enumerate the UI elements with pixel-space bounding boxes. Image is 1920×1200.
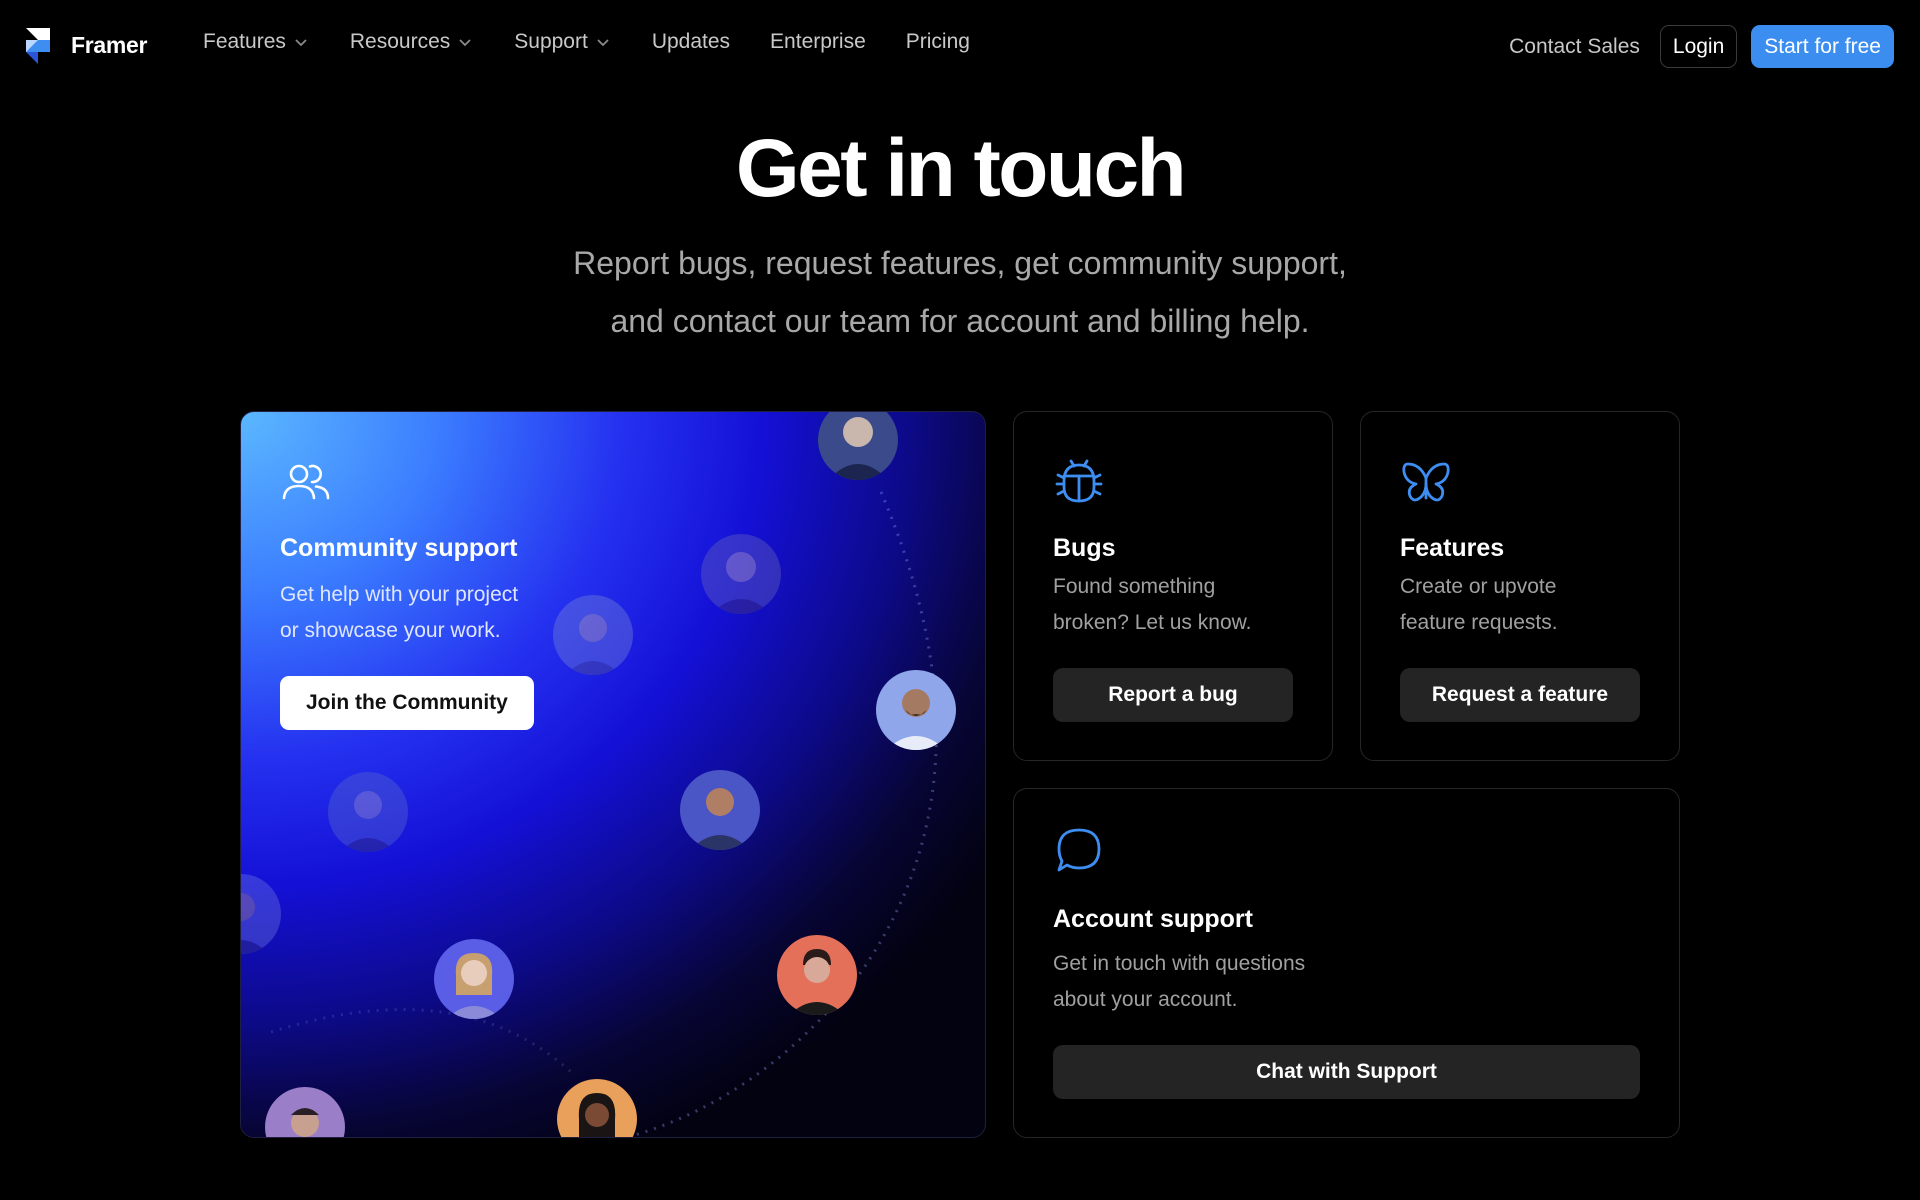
description-line: Get help with your project [280,583,519,606]
person-avatar-icon [777,935,857,1015]
report-bug-button[interactable]: Report a bug [1053,668,1293,722]
framer-logo-icon [26,28,50,64]
brand-logo[interactable]: Framer [26,28,147,64]
page-subtitle: Report bugs, request features, get commu… [460,234,1460,350]
person-avatar-icon [265,1087,345,1137]
nav-link-enterprise[interactable]: Enterprise [770,30,866,54]
chat-with-support-button[interactable]: Chat with Support [1053,1045,1640,1099]
chat-bubble-icon [1057,828,1101,872]
description-line: or showcase your work. [280,619,501,642]
community-avatar [777,935,857,1015]
nav-link-label: Updates [651,30,731,53]
login-button[interactable]: Login [1659,25,1738,68]
description-line: broken? Let us know. [1053,611,1252,634]
person-avatar-icon [553,595,633,675]
description-line: Found something [1053,575,1216,598]
nav-link-label: Support [514,30,588,53]
contact-sales-link[interactable]: Contact Sales [1509,35,1640,59]
page-title: Get in touch [735,123,1187,214]
join-community-button[interactable]: Join the Community [280,676,534,730]
community-avatar [701,534,781,614]
butterfly-icon [1402,462,1450,502]
community-title: Community support [280,534,518,562]
chevron-down-icon [597,39,609,47]
request-feature-button[interactable]: Request a feature [1400,668,1640,722]
nav-links: Features Resources Support Updates Enter… [203,30,970,54]
community-avatar [328,772,408,852]
subtitle-line: and contact our team for account and bil… [610,303,1310,339]
features-card: Features Create or upvote feature reques… [1360,411,1680,761]
person-avatar-icon [701,534,781,614]
person-avatar-icon [328,772,408,852]
person-avatar-icon [818,412,898,480]
bug-icon [1055,459,1103,503]
nav-link-features[interactable]: Features [203,30,308,54]
account-description: Get in touch with questions about your a… [1053,946,1305,1018]
nav-link-label: Enterprise [770,30,866,53]
community-support-card: Community support Get help with your pro… [240,411,986,1138]
description-line: about your account. [1053,988,1238,1011]
description-line: Get in touch with questions [1053,952,1306,975]
nav-link-label: Pricing [905,30,970,53]
start-for-free-button[interactable]: Start for free [1751,25,1894,68]
community-avatar [241,874,281,954]
community-avatar [876,670,956,750]
community-avatar [818,412,898,480]
users-icon [282,464,330,500]
description-line: feature requests. [1400,611,1558,634]
community-avatar [680,770,760,850]
nav-link-pricing[interactable]: Pricing [906,30,970,54]
nav-link-label: Resources [349,30,451,53]
community-description: Get help with your project or showcase y… [280,577,518,649]
account-support-card: Account support Get in touch with questi… [1013,788,1680,1138]
bugs-card: Bugs Found something broken? Let us know… [1013,411,1333,761]
bugs-description: Found something broken? Let us know. [1053,569,1251,641]
person-avatar-icon [434,939,514,1019]
account-title: Account support [1053,905,1253,933]
features-title: Features [1400,534,1505,562]
community-avatar [265,1087,345,1137]
community-avatar [434,939,514,1019]
person-avatar-icon [557,1079,637,1137]
person-avatar-icon [241,874,281,954]
brand-name: Framer [71,32,148,58]
community-avatar [553,595,633,675]
subtitle-line: Report bugs, request features, get commu… [573,245,1347,281]
bugs-title: Bugs [1053,534,1116,562]
person-avatar-icon [680,770,760,850]
chevron-down-icon [295,39,307,47]
nav-link-label: Features [203,30,286,53]
nav-actions: Contact Sales Login Start for free [1509,25,1894,68]
chevron-down-icon [459,39,471,47]
community-avatar [557,1079,637,1137]
nav-link-support[interactable]: Support [514,30,610,54]
person-avatar-icon [876,670,956,750]
features-description: Create or upvote feature requests. [1400,569,1558,641]
description-line: Create or upvote [1400,575,1557,598]
nav-link-resources[interactable]: Resources [350,30,472,54]
nav-link-updates[interactable]: Updates [652,30,730,54]
top-nav: Framer Features Resources Support Update… [0,0,1920,92]
